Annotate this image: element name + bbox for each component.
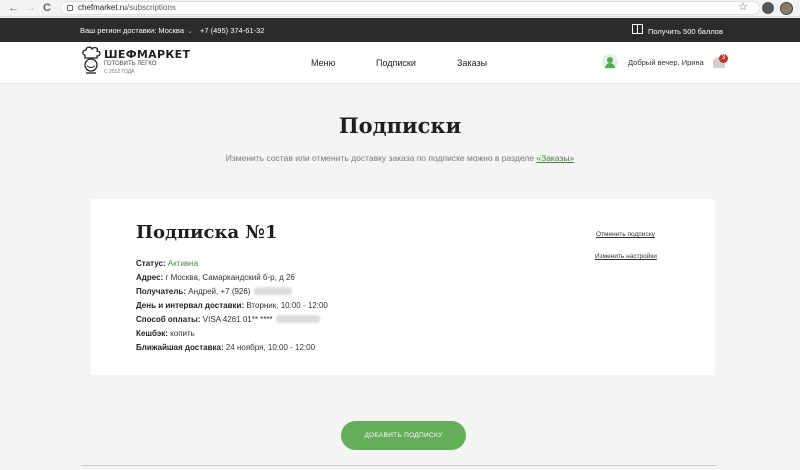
notifications-bell-icon[interactable]: 3 (712, 54, 728, 70)
address-bar[interactable]: chefmarket.ru/subscriptions (60, 1, 760, 15)
orders-link[interactable]: «Заказы» (536, 153, 574, 163)
page-subtitle: Изменить состав или отменить доставку за… (0, 153, 800, 163)
gift-icon (632, 24, 643, 34)
brand-name[interactable]: ШЕФМАРКЕТ (104, 48, 190, 61)
bonus-label: Получить 500 баллов (648, 27, 723, 36)
subscription-details: Статус: Активна Адрес: г Москва, Самарка… (136, 257, 328, 355)
recipient-row: Получатель: Андрей, +7 (926) (136, 285, 328, 299)
page-title: Подписки (338, 113, 462, 138)
change-settings-link[interactable]: Изменить настройки (595, 253, 657, 260)
divider (81, 465, 717, 466)
redacted-phone (253, 287, 292, 295)
brand-since: С 2012 ГОДА (104, 69, 135, 75)
chef-logo-icon[interactable] (80, 46, 102, 76)
profile-avatar[interactable] (780, 2, 793, 15)
status-badge: Активна (167, 259, 199, 268)
add-subscription-button[interactable]: ДОБАВИТЬ ПОДПИСКУ (341, 421, 466, 450)
url-text: chefmarket.ru/subscriptions (78, 3, 176, 12)
phone-link[interactable]: +7 (495) 374-61-32 (200, 26, 264, 35)
chevron-down-icon: ⌄ (187, 28, 193, 35)
user-icon[interactable] (602, 54, 618, 70)
subtitle-text: Изменить состав или отменить доставку за… (225, 153, 537, 163)
bonus-link[interactable]: Получить 500 баллов (632, 24, 723, 37)
payment-row: Способ оплаты: VISA 4261 01** **** (136, 313, 328, 327)
browser-toolbar: ← → C chefmarket.ru/subscriptions ☆ (0, 0, 800, 17)
extension-icon[interactable] (762, 2, 774, 14)
lock-icon (67, 5, 73, 11)
top-info-bar: Ваш регион доставки: Москва ⌄ +7 (495) 37… (0, 18, 800, 42)
cancel-subscription-link[interactable]: Отменить подписку (596, 231, 655, 238)
notification-count-badge: 3 (719, 54, 728, 63)
user-greeting[interactable]: Добрый вечер, Ирина (628, 58, 704, 67)
next-delivery-row: Ближайшая доставка: 24 ноября, 10:00 - 1… (136, 343, 316, 352)
forward-arrow-icon[interactable]: → (25, 1, 36, 15)
address-row: Адрес: г Москва, Самаркандский б-р, д 26 (136, 273, 295, 282)
region-label: Ваш регион доставки: Москва (80, 26, 184, 35)
bookmark-star-icon[interactable]: ☆ (738, 0, 748, 15)
nav-menu[interactable]: Меню (311, 58, 335, 68)
cashback-row: Кешбэк: копить (136, 329, 195, 338)
nav-subscriptions[interactable]: Подписки (376, 58, 416, 68)
status-row: Статус: Активна (136, 259, 199, 268)
back-arrow-icon[interactable]: ← (8, 1, 19, 15)
reload-icon[interactable]: C (43, 1, 51, 15)
nav-orders[interactable]: Заказы (457, 58, 487, 68)
brand-tagline: ГОТОВИТЬ ЛЕГКО (104, 61, 157, 67)
site-header: ШЕФМАРКЕТ ГОТОВИТЬ ЛЕГКО С 2012 ГОДА Мен… (0, 42, 800, 84)
subscription-card: Подписка №1 Статус: Активна Адрес: г Мос… (91, 199, 715, 375)
region-selector[interactable]: Ваш регион доставки: Москва ⌄ (80, 26, 193, 35)
redacted-card (275, 315, 320, 323)
subscription-title: Подписка №1 (136, 222, 278, 243)
delivery-row: День и интервал доставки: Вторник, 10:00… (136, 301, 328, 310)
